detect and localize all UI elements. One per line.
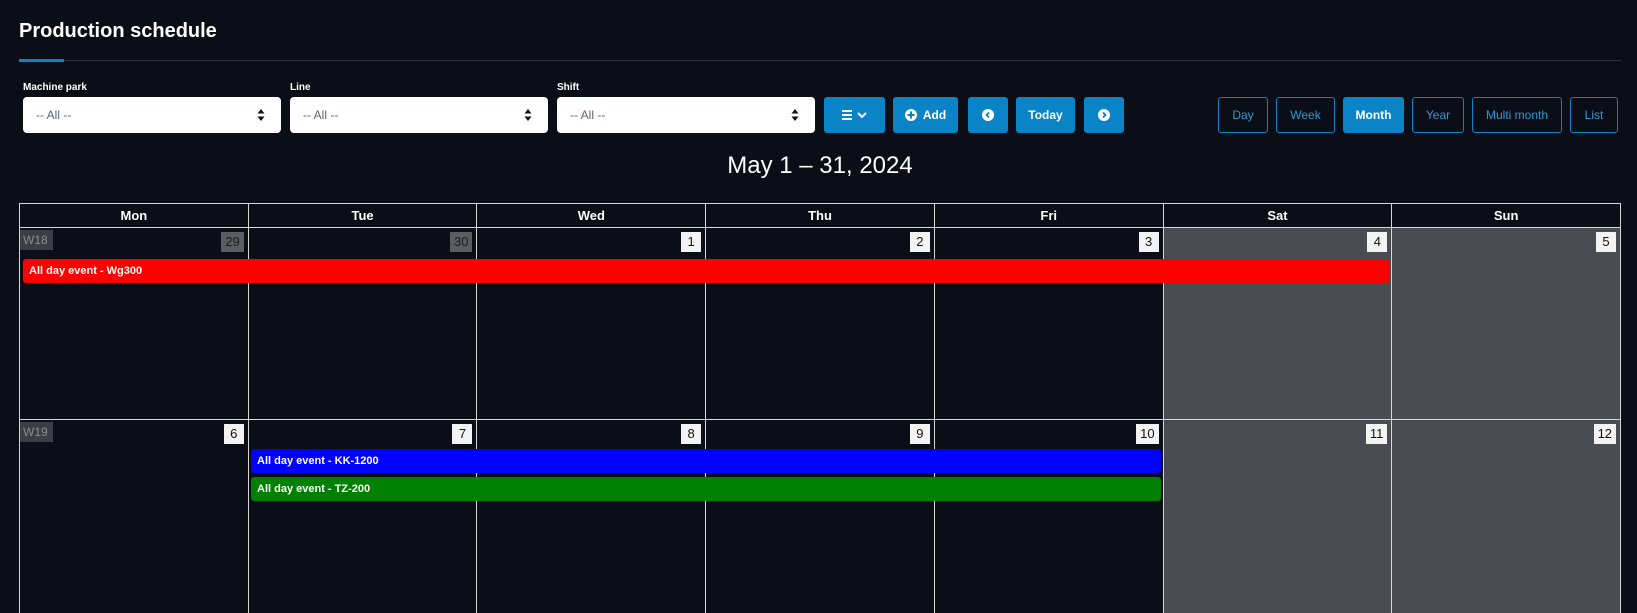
line-select-value: -- All -- [303, 108, 339, 122]
view-day-button[interactable]: Day [1218, 97, 1268, 133]
calendar-header: Mon Tue Wed Thu Fri Sat Sun [19, 203, 1622, 227]
calendar-range-title: May 1 – 31, 2024 [727, 152, 913, 179]
view-year-button[interactable]: Year [1412, 97, 1464, 133]
chevron-down-icon [856, 112, 867, 119]
title-accent-bar [19, 59, 64, 62]
page-title: Production schedule [19, 20, 217, 42]
day-cell[interactable]: W18 29 [20, 227, 249, 419]
machine-park-label: Machine park [23, 82, 87, 93]
next-button[interactable] [1084, 97, 1124, 133]
hamburger-icon [841, 110, 867, 120]
day-number[interactable]: 2 [909, 232, 930, 252]
day-number[interactable]: 3 [1138, 232, 1159, 252]
week-row: W19 6 7 8 9 10 11 12 All day event - KK-… [19, 419, 1622, 613]
production-schedule-page: Production schedule Machine park -- All … [0, 0, 1637, 613]
day-cell-weekend[interactable]: 11 [1163, 419, 1393, 613]
day-number[interactable]: 11 [1365, 424, 1388, 444]
day-number[interactable]: 5 [1596, 232, 1617, 252]
day-header-fri: Fri [935, 204, 1164, 227]
day-cell[interactable]: 2 [706, 227, 935, 419]
view-multi-month-button[interactable]: Multi month [1472, 97, 1562, 133]
day-header-sat: Sat [1164, 204, 1393, 227]
select-arrows-icon [257, 109, 265, 121]
day-number[interactable]: 4 [1367, 232, 1388, 252]
day-header-tue: Tue [249, 204, 478, 227]
machine-park-select[interactable]: -- All -- [23, 97, 281, 133]
day-number[interactable]: 10 [1136, 424, 1159, 444]
day-cell[interactable]: 3 [934, 227, 1164, 419]
day-header-wed: Wed [477, 204, 707, 227]
day-header-mon: Mon [20, 204, 249, 227]
view-list-button[interactable]: List [1570, 97, 1618, 133]
chevron-right-circle-icon [1098, 109, 1110, 121]
day-cell[interactable]: W19 6 [20, 419, 249, 613]
add-button[interactable]: Add [893, 97, 958, 133]
select-arrows-icon [524, 109, 532, 121]
month-calendar: Mon Tue Wed Thu Fri Sat Sun W18 29 30 1 … [19, 203, 1622, 613]
week-row: W18 29 30 1 2 3 4 5 All day event - Wg30… [19, 227, 1622, 419]
event-tz-200[interactable]: All day event - TZ-200 [251, 477, 1161, 501]
week-number[interactable]: W18 [20, 230, 53, 250]
view-week-button[interactable]: Week [1276, 97, 1335, 133]
day-header-sun: Sun [1392, 204, 1622, 227]
day-number[interactable]: 8 [681, 424, 702, 444]
day-number[interactable]: 12 [1593, 424, 1617, 444]
day-number[interactable]: 30 [449, 232, 473, 252]
line-select[interactable]: -- All -- [290, 97, 548, 133]
add-button-label: Add [922, 108, 947, 122]
day-cell-weekend[interactable]: 5 [1392, 227, 1622, 419]
shift-select-value: -- All -- [570, 108, 606, 122]
menu-dropdown-button[interactable] [824, 97, 885, 133]
event-kk-1200[interactable]: All day event - KK-1200 [251, 449, 1161, 473]
event-wg300[interactable]: All day event - Wg300 [23, 259, 1389, 283]
day-cell-weekend[interactable]: 4 [1163, 227, 1393, 419]
day-number[interactable]: 1 [681, 232, 702, 252]
prev-button[interactable] [968, 97, 1008, 133]
shift-label: Shift [557, 82, 580, 93]
shift-select[interactable]: -- All -- [557, 97, 815, 133]
view-month-button[interactable]: Month [1343, 97, 1404, 133]
plus-circle-icon [904, 109, 917, 121]
day-number[interactable]: 9 [909, 424, 930, 444]
day-cell[interactable]: 1 [477, 227, 707, 419]
today-button[interactable]: Today [1016, 97, 1075, 133]
chevron-left-circle-icon [982, 109, 994, 121]
title-divider [19, 60, 1621, 61]
day-cell-weekend[interactable]: 12 [1392, 419, 1622, 613]
day-cell[interactable]: 30 [248, 227, 478, 419]
select-arrows-icon [791, 109, 799, 121]
machine-park-select-value: -- All -- [36, 108, 72, 122]
day-number[interactable]: 6 [223, 424, 244, 444]
line-label: Line [290, 82, 311, 93]
day-number[interactable]: 7 [452, 424, 473, 444]
week-number[interactable]: W19 [20, 422, 53, 442]
day-header-thu: Thu [706, 204, 935, 227]
day-number[interactable]: 29 [221, 232, 244, 252]
